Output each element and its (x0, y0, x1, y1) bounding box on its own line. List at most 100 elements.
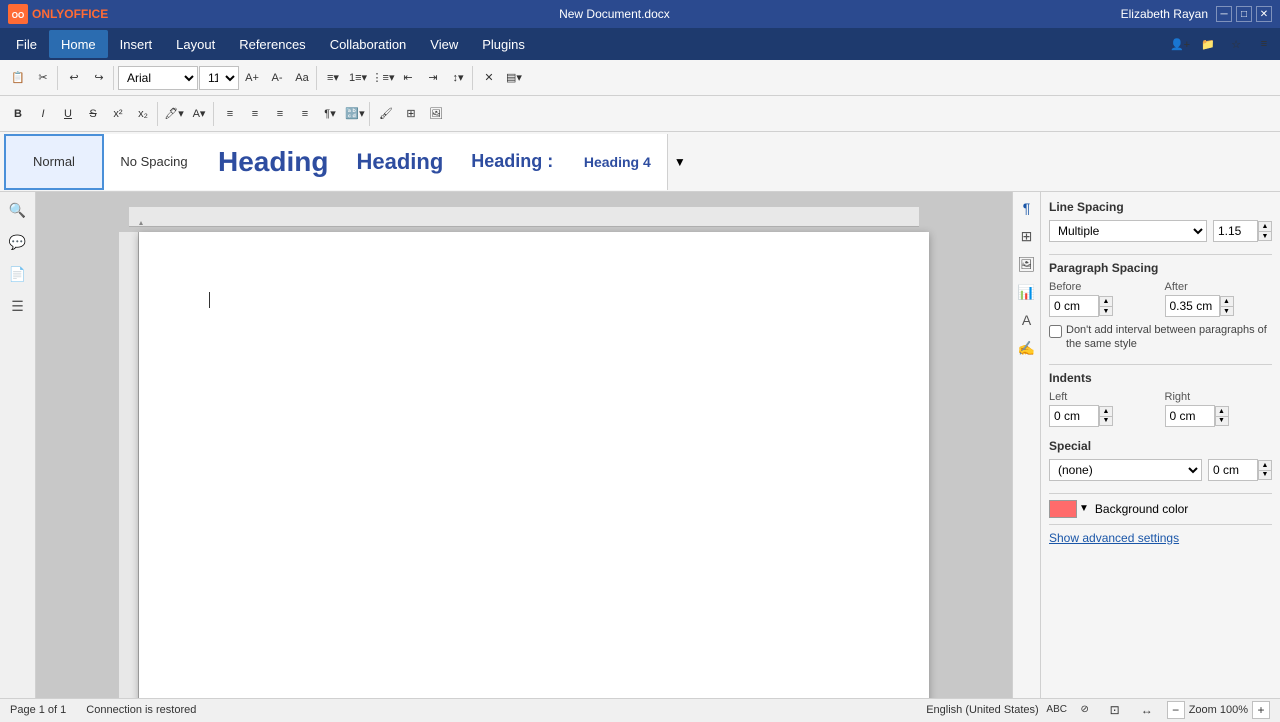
menu-home[interactable]: Home (49, 30, 108, 58)
zoom-in-button[interactable]: + (1252, 701, 1270, 719)
show-marks-button[interactable]: ¶▾ (318, 102, 342, 126)
increase-indent-button[interactable]: ⇥ (421, 66, 445, 90)
line-spacing-type-select[interactable]: Multiple (1049, 220, 1207, 242)
style-heading1[interactable]: Heading (204, 134, 342, 190)
background-color-picker[interactable]: ▼ (1049, 500, 1089, 518)
paste-button[interactable]: 📋 (6, 66, 30, 90)
fit-page-button[interactable]: ⊡ (1103, 698, 1127, 722)
menu-collaboration[interactable]: Collaboration (318, 30, 419, 58)
special-value-input[interactable] (1208, 459, 1258, 481)
paragraph-settings-icon[interactable]: ¶ (1015, 196, 1039, 220)
show-advanced-button[interactable]: Show advanced settings (1049, 531, 1179, 545)
chart-settings-icon[interactable]: 📊 (1015, 280, 1039, 304)
style-heading3[interactable]: Heading : (457, 134, 567, 190)
special-type-select[interactable]: (none) (1049, 459, 1202, 481)
align-right-button[interactable]: ≡ (268, 102, 292, 126)
menu-button[interactable]: ≡ (1252, 32, 1276, 56)
insert-table-button[interactable]: ⊞ (399, 102, 423, 126)
track-changes-button[interactable]: ⊘ (1075, 701, 1095, 719)
paragraph-spacing-row: Before ▲ ▼ After (1049, 281, 1272, 317)
strikethrough-button[interactable]: S (81, 102, 105, 126)
align-left-button[interactable]: ≡ (218, 102, 242, 126)
document-page[interactable] (139, 232, 929, 698)
after-up-button[interactable]: ▲ (1220, 296, 1234, 306)
style-heading4[interactable]: Heading 4 (567, 134, 667, 190)
menu-file[interactable]: File (4, 30, 49, 58)
left-indent-input[interactable] (1049, 405, 1099, 427)
font-family-select[interactable]: Arial (118, 66, 198, 90)
maximize-button[interactable]: □ (1236, 6, 1252, 22)
navigator-sidebar-button[interactable]: 📄 (4, 260, 32, 288)
menu-plugins[interactable]: Plugins (470, 30, 537, 58)
redo-button[interactable]: ↪ (87, 66, 111, 90)
underline-button[interactable]: U (56, 102, 80, 126)
before-up-button[interactable]: ▲ (1099, 296, 1113, 306)
spell-check-button[interactable]: ABC (1047, 701, 1067, 719)
font-size-select[interactable]: 11 (199, 66, 239, 90)
right-indent-up-button[interactable]: ▲ (1215, 406, 1229, 416)
menu-view[interactable]: View (418, 30, 470, 58)
shading-button[interactable]: 🔡▾ (343, 102, 367, 126)
subscript-button[interactable]: x₂ (131, 102, 155, 126)
right-panel: Line Spacing Multiple ▲ ▼ (1040, 192, 1280, 698)
copy-format-button[interactable]: 🖌 (374, 102, 398, 126)
menu-references[interactable]: References (227, 30, 317, 58)
highlight-button[interactable]: 🖊▾ (162, 102, 186, 126)
after-down-button[interactable]: ▼ (1220, 306, 1234, 316)
spacing-after-input[interactable] (1165, 295, 1220, 317)
line-spacing-down-button[interactable]: ▼ (1258, 231, 1272, 241)
special-down-button[interactable]: ▼ (1258, 470, 1272, 480)
menu-layout[interactable]: Layout (164, 30, 227, 58)
style-normal[interactable]: Normal (4, 134, 104, 190)
image-settings-icon[interactable]: 🖼 (1015, 252, 1039, 276)
add-user-button[interactable]: 👤+ (1168, 32, 1192, 56)
multilevel-list-button[interactable]: ⋮≡▾ (371, 66, 395, 90)
fit-width-button[interactable]: ↔ (1135, 698, 1159, 722)
folder-button[interactable]: 📁 (1196, 32, 1220, 56)
style-heading2[interactable]: Heading (342, 134, 457, 190)
style-no-spacing[interactable]: No Spacing (104, 134, 204, 190)
table-settings-icon[interactable]: ⊞ (1015, 224, 1039, 248)
font-color-button[interactable]: A▾ (187, 102, 211, 126)
left-indent-down-button[interactable]: ▼ (1099, 416, 1113, 426)
cut-button[interactable]: ✂ (31, 66, 55, 90)
copy-style-button[interactable]: ▤▾ (502, 66, 526, 90)
left-indent-up-button[interactable]: ▲ (1099, 406, 1113, 416)
text-art-icon[interactable]: A (1015, 308, 1039, 332)
signature-icon[interactable]: ✍ (1015, 336, 1039, 360)
line-spacing-button[interactable]: ↕▾ (446, 66, 470, 90)
special-up-button[interactable]: ▲ (1258, 460, 1272, 470)
font-inc-button[interactable]: A+ (240, 66, 264, 90)
menu-insert[interactable]: Insert (108, 30, 165, 58)
numbered-list-button[interactable]: 1≡▾ (346, 66, 370, 90)
bullet-list-button[interactable]: ≡▾ (321, 66, 345, 90)
close-button[interactable]: ✕ (1256, 6, 1272, 22)
superscript-button[interactable]: x² (106, 102, 130, 126)
decrease-indent-button[interactable]: ⇤ (396, 66, 420, 90)
line-spacing-value-input[interactable] (1213, 220, 1258, 242)
align-center-button[interactable]: ≡ (243, 102, 267, 126)
right-indent-down-button[interactable]: ▼ (1215, 416, 1229, 426)
outline-sidebar-button[interactable]: ☰ (4, 292, 32, 320)
no-interval-checkbox[interactable] (1049, 325, 1062, 338)
right-indent-input[interactable] (1165, 405, 1215, 427)
italic-button[interactable]: I (31, 102, 55, 126)
styles-more-button[interactable]: ▼ (667, 134, 691, 190)
spacing-before-input[interactable] (1049, 295, 1099, 317)
justify-button[interactable]: ≡ (293, 102, 317, 126)
paragraph-spacing-section: Paragraph Spacing Before ▲ ▼ Af (1049, 261, 1272, 352)
case-button[interactable]: Aa (290, 66, 314, 90)
minimize-button[interactable]: ─ (1216, 6, 1232, 22)
undo-button[interactable]: ↩ (62, 66, 86, 90)
zoom-out-button[interactable]: − (1167, 701, 1185, 719)
comments-sidebar-button[interactable]: 💬 (4, 228, 32, 256)
line-spacing-up-button[interactable]: ▲ (1258, 221, 1272, 231)
font-dec-button[interactable]: A- (265, 66, 289, 90)
star-button[interactable]: ☆ (1224, 32, 1248, 56)
search-sidebar-button[interactable]: 🔍 (4, 196, 32, 224)
before-down-button[interactable]: ▼ (1099, 306, 1113, 316)
clear-format-button[interactable]: ✕ (477, 66, 501, 90)
language-indicator[interactable]: English (United States) (926, 704, 1039, 716)
insert-image-button[interactable]: 🖼 (424, 102, 448, 126)
bold-button[interactable]: B (6, 102, 30, 126)
